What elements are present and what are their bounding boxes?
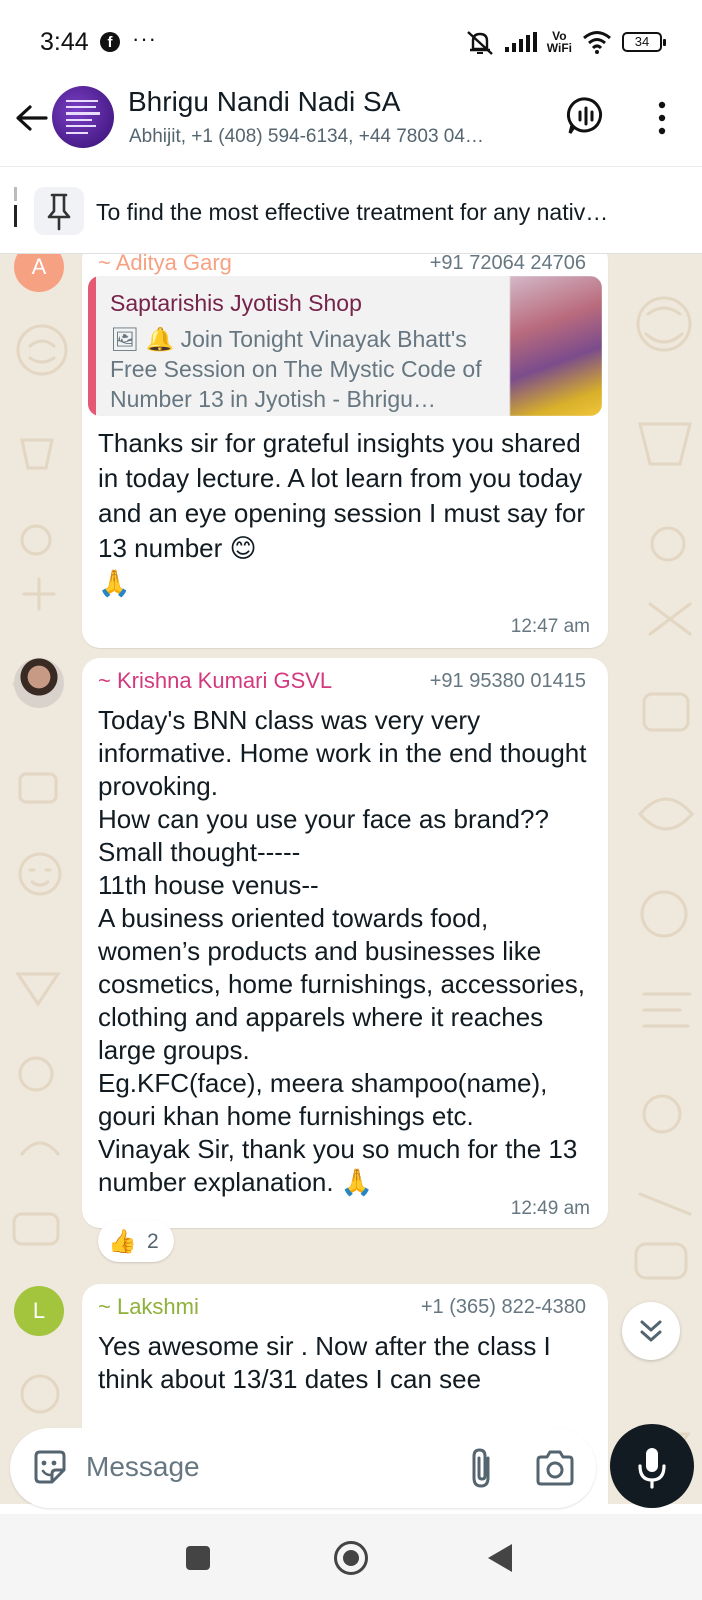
- chat-header[interactable]: Bhrigu Nandi Nadi SA Abhijit, +1 (408) 5…: [0, 80, 702, 166]
- microphone-icon: [638, 1448, 666, 1489]
- status-icons: Vo WiFi 34: [465, 26, 666, 58]
- mute-icon: [466, 31, 493, 55]
- facebook-notification-icon: f: [100, 32, 120, 52]
- message-time: 12:47 am: [510, 616, 590, 637]
- message-text: Thanks sir for grateful insights you sha…: [98, 428, 586, 598]
- system-back-icon[interactable]: [488, 1544, 512, 1572]
- sender-name[interactable]: ~ Krishna Kumari GSVL: [98, 668, 332, 694]
- wifi-icon: [583, 31, 611, 54]
- pinned-count-indicator: [14, 187, 17, 231]
- battery-level: 34: [634, 34, 650, 49]
- message-text: Yes awesome sir . Now after the class I …: [98, 1331, 551, 1394]
- sender-name[interactable]: ~ Aditya Garg: [98, 254, 232, 276]
- message-text: Today's BNN class was very very informat…: [98, 705, 587, 1197]
- recents-icon[interactable]: [186, 1546, 210, 1570]
- voice-chat-icon[interactable]: [566, 96, 606, 136]
- sender-avatar-lakshmi[interactable]: L: [14, 1286, 64, 1336]
- sender-phone: +91 95380 01415: [429, 670, 586, 692]
- quoted-image-thumbnail[interactable]: [510, 276, 602, 416]
- sender-name[interactable]: ~ Lakshmi: [98, 1294, 199, 1320]
- paperclip-icon[interactable]: [462, 1446, 502, 1490]
- message-time: 12:49 am: [510, 1198, 590, 1219]
- message-input[interactable]: [86, 1444, 446, 1490]
- vowifi-bottom: WiFi: [546, 41, 572, 55]
- home-icon[interactable]: [334, 1541, 368, 1575]
- chat-title[interactable]: Bhrigu Nandi Nadi SA: [128, 86, 400, 118]
- sender-phone: +1 (365) 822-4380: [420, 1296, 586, 1318]
- more-options-icon[interactable]: [650, 98, 674, 138]
- avatar-letter: L: [32, 1298, 46, 1323]
- thumbs-up-icon: 👍: [108, 1228, 137, 1254]
- avatar-letter: A: [31, 254, 47, 279]
- scroll-to-bottom-button[interactable]: [622, 1302, 680, 1360]
- quoted-author: Saptarishis Jyotish Shop: [110, 290, 362, 316]
- sender-phone: +91 72064 24706: [429, 254, 586, 274]
- pinned-message-bar[interactable]: To find the most effective treatment for…: [0, 166, 702, 254]
- sender-avatar-krishna[interactable]: [14, 658, 64, 708]
- quoted-text: 🖼 🔔 Join Tonight Vinayak Bhatt's Free Se…: [110, 326, 482, 412]
- message-composer: [10, 1428, 596, 1508]
- reaction-pill[interactable]: 👍 2: [98, 1220, 174, 1262]
- pin-button[interactable]: [34, 187, 84, 235]
- pinned-message-text[interactable]: To find the most effective treatment for…: [96, 199, 686, 226]
- signal-icon: [504, 32, 537, 52]
- battery-icon: 34: [622, 32, 666, 52]
- sticker-icon[interactable]: [30, 1448, 70, 1488]
- status-time: 3:44: [40, 28, 89, 56]
- chat-area[interactable]: A ~ Aditya Garg +91 72064 24706 Saptaris…: [0, 254, 702, 1504]
- back-arrow-icon[interactable]: [12, 98, 52, 138]
- status-bar: 3:44 f ··· Vo WiFi 34: [0, 0, 702, 80]
- double-chevron-down-icon: [640, 1320, 662, 1342]
- camera-icon[interactable]: [534, 1448, 576, 1488]
- quoted-message[interactable]: Saptarishis Jyotish Shop 🖼 🔔 Join Tonigh…: [88, 276, 602, 416]
- message-bubble[interactable]: ~ Krishna Kumari GSVL +91 95380 01415 To…: [82, 658, 608, 1228]
- group-avatar[interactable]: [52, 86, 114, 148]
- message-bubble[interactable]: ~ Aditya Garg +91 72064 24706 Saptarishi…: [82, 254, 608, 648]
- pin-icon: [47, 193, 71, 231]
- reaction-count: 2: [147, 1230, 159, 1253]
- chat-participants[interactable]: Abhijit, +1 (408) 594-6134, +44 7803 04…: [129, 126, 549, 148]
- quote-accent-bar: [88, 276, 96, 416]
- voice-message-button[interactable]: [610, 1424, 694, 1508]
- system-navigation-bar: [0, 1514, 702, 1600]
- more-notifications-icon: ···: [132, 26, 157, 51]
- vowifi-icon: Vo WiFi: [547, 30, 572, 54]
